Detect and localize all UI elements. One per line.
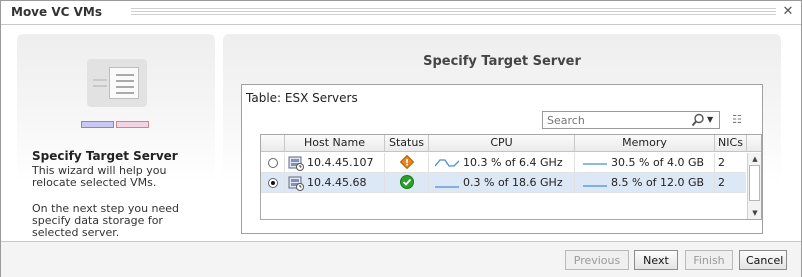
search-dropdown-icon[interactable]: ▼: [707, 113, 717, 127]
ok-check-icon: [399, 175, 414, 189]
window-title: Move VC VMs: [11, 5, 102, 19]
wizard-window: Move VC VMs ✕ Specify Target Server This…: [0, 0, 802, 277]
memory-sparkline: [583, 163, 607, 165]
header-host-name[interactable]: Host Name: [285, 135, 385, 152]
search-input[interactable]: [543, 112, 685, 128]
scroll-up-icon[interactable]: ▲: [748, 153, 762, 165]
memory-sparkline: [583, 185, 607, 187]
cpu-usage: 0.3 % of 18.6 GHz: [463, 176, 563, 189]
host-name-cell: 10.4.45.68: [285, 173, 385, 193]
search-icon[interactable]: [691, 113, 705, 127]
esx-servers-table: Host Name Status CPU Memory NICs 10.4.45…: [260, 134, 762, 220]
cancel-button[interactable]: Cancel: [739, 250, 787, 270]
svg-text:!: !: [404, 159, 408, 169]
row-radio[interactable]: [268, 158, 278, 168]
cpu-sparkline: [435, 186, 459, 188]
cpu-cell: 0.3 % of 18.6 GHz: [429, 173, 575, 193]
search-box[interactable]: ▼: [542, 111, 720, 129]
arrow-icon: [93, 79, 107, 87]
close-icon[interactable]: ✕: [781, 4, 795, 20]
scrollbar-thumb[interactable]: [749, 165, 760, 201]
memory-cell: 8.5 % of 12.0 GB: [575, 173, 715, 193]
table-row[interactable]: 10.4.45.68 0.3 % of 18.6 GHz 8.5 % of 12…: [261, 173, 746, 193]
column-chooser-icon[interactable]: ☷: [732, 113, 746, 127]
table-scrollbar[interactable]: ▲ ▼: [747, 153, 761, 219]
page-title: Specify Target Server: [423, 54, 581, 69]
table-row[interactable]: 10.4.45.107 ! 10.3 % of 6.4 GHz 30.5 % o…: [261, 153, 746, 173]
warning-icon: !: [399, 154, 414, 170]
nics-cell: 2: [718, 156, 725, 169]
row-select-cell: [261, 173, 285, 193]
step-description: This wizard will help you relocate selec…: [32, 164, 167, 189]
status-cell: [385, 173, 429, 193]
row-radio[interactable]: [268, 178, 278, 188]
header-status[interactable]: Status: [385, 135, 429, 152]
nics-cell: 2: [718, 176, 725, 189]
wizard-illustration-icon: [87, 59, 147, 107]
host-name-cell: 10.4.45.107: [285, 153, 385, 173]
status-cell: !: [385, 153, 429, 173]
wizard-info-pane: Specify Target Server This wizard will h…: [17, 34, 215, 239]
memory-cell: 30.5 % of 4.0 GB: [575, 153, 715, 173]
title-grip[interactable]: [131, 8, 776, 17]
wizard-content-pane: Specify Target Server Table: ESX Servers…: [223, 34, 781, 234]
table-header: Host Name Status CPU Memory NICs: [261, 135, 761, 152]
next-button[interactable]: Next: [634, 250, 678, 270]
row-select-cell: [261, 153, 285, 173]
group-caption: Table: ESX Servers: [246, 91, 358, 105]
step-heading: Specify Target Server: [32, 149, 178, 163]
header-select: [261, 135, 285, 152]
step-indicator-next: [116, 121, 149, 128]
next-step-hint: On the next step you need specify data s…: [32, 202, 180, 239]
cpu-usage: 10.3 % of 6.4 GHz: [463, 156, 563, 169]
cpu-cell: 10.3 % of 6.4 GHz: [429, 153, 575, 173]
finish-button[interactable]: Finish: [685, 250, 733, 270]
previous-button[interactable]: Previous: [565, 250, 629, 270]
host-name: 10.4.45.107: [307, 156, 374, 169]
header-nics[interactable]: NICs: [715, 135, 747, 152]
cpu-sparkline: [435, 159, 459, 167]
step-indicator-current: [81, 121, 114, 128]
memory-usage: 8.5 % of 12.0 GB: [611, 176, 705, 189]
title-bar: Move VC VMs ✕: [1, 1, 801, 25]
esx-host-icon: [288, 176, 304, 191]
step-indicator: [81, 118, 151, 131]
esx-host-icon: [288, 156, 304, 171]
header-memory[interactable]: Memory: [575, 135, 715, 152]
wizard-footer: Previous Next Finish Cancel: [1, 241, 801, 277]
document-icon: [109, 67, 139, 99]
header-cpu[interactable]: CPU: [429, 135, 575, 152]
memory-usage: 30.5 % of 4.0 GB: [611, 156, 705, 169]
host-name: 10.4.45.68: [307, 176, 367, 189]
scroll-down-icon[interactable]: ▼: [748, 207, 762, 219]
esx-servers-group: Table: ESX Servers ▼ ☷ Host Name Status …: [241, 84, 763, 234]
